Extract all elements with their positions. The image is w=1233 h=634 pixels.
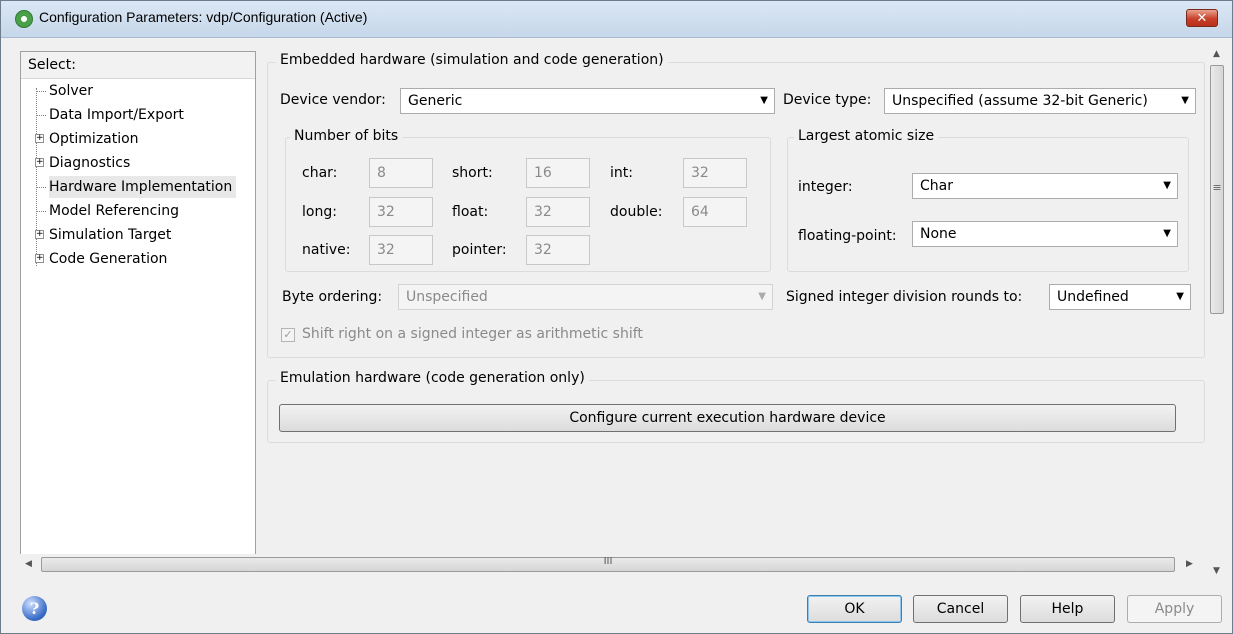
dropdown-arrow-icon: ▼	[1163, 180, 1171, 191]
title-bar[interactable]: Configuration Parameters: vdp/Configurat…	[1, 1, 1232, 38]
short-label: short:	[452, 165, 493, 181]
native-label: native:	[302, 242, 351, 258]
pointer-bits-field[interactable]: 32	[526, 235, 590, 265]
tree-item-solver[interactable]: Solver	[37, 80, 93, 102]
configuration-gear-icon	[15, 10, 33, 28]
cancel-button[interactable]: Cancel	[913, 595, 1008, 623]
scroll-up-arrow-icon[interactable]: ▲	[1213, 49, 1220, 59]
shift-right-label: Shift right on a signed integer as arith…	[302, 326, 643, 342]
tree-item-label: Simulation Target	[49, 227, 172, 243]
signed-division-dropdown[interactable]: Undefined ▼	[1049, 284, 1191, 310]
vertical-scroll-thumb[interactable]: ≡	[1210, 65, 1224, 314]
scroll-right-arrow-icon[interactable]: ▶	[1186, 559, 1193, 569]
pointer-label: pointer:	[452, 242, 507, 258]
window-title: Configuration Parameters: vdp/Configurat…	[39, 9, 368, 25]
apply-button[interactable]: Apply	[1127, 595, 1222, 623]
byte-ordering-value: Unspecified	[406, 289, 488, 305]
float-label: float:	[452, 204, 489, 220]
horizontal-scroll-thumb[interactable]: III	[41, 556, 1175, 572]
int-label: int:	[610, 165, 633, 181]
scroll-grip-icon: ≡	[1212, 181, 1222, 194]
byte-ordering-label: Byte ordering:	[282, 289, 383, 305]
tree-item-model-referencing[interactable]: Model Referencing	[37, 200, 180, 222]
largest-atomic-size-group	[787, 137, 1189, 272]
device-vendor-label: Device vendor:	[280, 92, 386, 108]
dropdown-arrow-icon: ▼	[1181, 95, 1189, 106]
device-vendor-value: Generic	[408, 93, 463, 109]
tree-item-label: Data Import/Export	[49, 107, 184, 123]
byte-ordering-dropdown[interactable]: Unspecified ▼	[398, 284, 773, 310]
help-button[interactable]: Help	[1020, 595, 1115, 623]
emulation-hardware-title: Emulation hardware (code generation only…	[276, 370, 589, 386]
embedded-hardware-title: Embedded hardware (simulation and code g…	[276, 52, 668, 68]
tree-item-optimization[interactable]: + Optimization	[35, 128, 139, 150]
device-type-value: Unspecified (assume 32-bit Generic)	[892, 93, 1148, 109]
tree-item-label: Model Referencing	[49, 203, 180, 219]
help-question-icon[interactable]: ?	[22, 596, 47, 621]
long-bits-field[interactable]: 32	[369, 197, 433, 227]
number-of-bits-title: Number of bits	[290, 128, 403, 144]
scroll-down-arrow-icon[interactable]: ▼	[1213, 566, 1220, 576]
tree-item-simulation-target[interactable]: + Simulation Target	[35, 224, 172, 246]
short-bits-field[interactable]: 16	[526, 158, 590, 188]
dropdown-arrow-icon: ▼	[1176, 291, 1184, 302]
double-label: double:	[610, 204, 663, 220]
expand-plus-icon[interactable]: +	[35, 230, 44, 239]
ok-button[interactable]: OK	[807, 595, 902, 623]
tree-item-label: Hardware Implementation	[49, 179, 233, 195]
scroll-grip-icon: III	[603, 556, 613, 567]
native-bits-field[interactable]: 32	[369, 235, 433, 265]
long-label: long:	[302, 204, 337, 220]
largest-atomic-size-title: Largest atomic size	[794, 128, 939, 144]
char-label: char:	[302, 165, 338, 181]
tree-header: Select:	[21, 52, 255, 79]
atomic-floating-point-dropdown[interactable]: None ▼	[912, 221, 1178, 247]
tree-item-label: Code Generation	[49, 251, 168, 267]
device-vendor-dropdown[interactable]: Generic ▼	[400, 88, 775, 114]
configuration-parameters-dialog: Configuration Parameters: vdp/Configurat…	[0, 0, 1233, 634]
signed-division-label: Signed integer division rounds to:	[786, 289, 1023, 305]
integer-label: integer:	[798, 179, 853, 195]
char-bits-field[interactable]: 8	[369, 158, 433, 188]
device-type-dropdown[interactable]: Unspecified (assume 32-bit Generic) ▼	[884, 88, 1196, 114]
tree-item-code-generation[interactable]: + Code Generation	[35, 248, 168, 270]
signed-division-value: Undefined	[1057, 289, 1129, 305]
double-bits-field[interactable]: 64	[683, 197, 747, 227]
tree-item-label: Solver	[49, 83, 93, 99]
shift-right-checkbox[interactable]: ✓	[281, 328, 295, 342]
atomic-integer-value: Char	[920, 178, 953, 194]
close-button[interactable]: ✕	[1186, 9, 1218, 27]
tree-item-label: Diagnostics	[49, 155, 131, 171]
expand-plus-icon[interactable]: +	[35, 134, 44, 143]
configure-execution-hardware-button[interactable]: Configure current execution hardware dev…	[279, 404, 1176, 432]
float-bits-field[interactable]: 32	[526, 197, 590, 227]
tree-item-diagnostics[interactable]: + Diagnostics	[35, 152, 131, 174]
category-tree: Select: Solver Data Import/Export + Optim…	[20, 51, 256, 558]
tree-item-data-import-export[interactable]: Data Import/Export	[37, 104, 184, 126]
atomic-floating-point-value: None	[920, 226, 957, 242]
scroll-left-arrow-icon[interactable]: ◀	[25, 559, 32, 569]
floating-point-label: floating-point:	[798, 228, 897, 244]
dropdown-arrow-icon: ▼	[758, 291, 766, 302]
int-bits-field[interactable]: 32	[683, 158, 747, 188]
expand-plus-icon[interactable]: +	[35, 158, 44, 167]
dropdown-arrow-icon: ▼	[1163, 228, 1171, 239]
tree-item-hardware-implementation[interactable]: Hardware Implementation	[37, 176, 237, 198]
device-type-label: Device type:	[783, 92, 872, 108]
expand-plus-icon[interactable]: +	[35, 254, 44, 263]
dropdown-arrow-icon: ▼	[760, 95, 768, 106]
atomic-integer-dropdown[interactable]: Char ▼	[912, 173, 1178, 199]
tree-item-label: Optimization	[49, 131, 139, 147]
